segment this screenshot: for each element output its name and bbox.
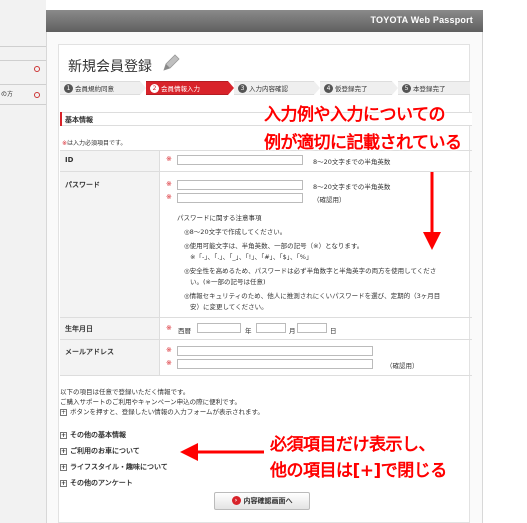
- step-5: 5 本登録完了: [398, 81, 470, 95]
- site-title: TOYOTA Web Passport: [370, 15, 473, 25]
- optional-note: ご購入サポートのご利用やキャンペーン申込の際に便利です。: [60, 398, 242, 406]
- email-confirm-input[interactable]: [177, 359, 373, 369]
- pen-icon: [163, 54, 180, 71]
- step-3: 3 入力内容確認: [234, 81, 320, 95]
- password-note: い。(※一部の記号は任意): [190, 278, 266, 286]
- background-panel: [0, 0, 46, 523]
- plus-icon: +: [60, 448, 67, 455]
- step-2-active: 2 会員情報入力: [146, 81, 234, 95]
- birth-year-input[interactable]: [197, 323, 241, 333]
- password-notes-title: パスワードに関する注意事項: [177, 214, 262, 222]
- required-mark: ※: [166, 346, 172, 354]
- password-note: ◎安全性を高めるため、パスワードは必ず半角数字と半角英字の両方を使用してくださ: [184, 267, 437, 275]
- left-item-label: の方: [1, 91, 14, 98]
- divider: [0, 104, 46, 105]
- month-label: 月: [289, 327, 296, 335]
- chevron-right-icon: ›: [231, 496, 241, 505]
- password-note: ◎情報セキュリティのため、他人に推測されにくいパスワードを選び、定期的（3ヶ月目: [184, 292, 441, 300]
- email-label: メールアドレス: [65, 348, 114, 356]
- password-note: ◎使用可能文字は、半角英数、一部の記号（※）となります。: [184, 242, 364, 250]
- step-indicator: 1 会員規約同意 2 会員情報入力 3 入力内容確認 4 仮登録完了 5 本登録完了: [60, 81, 470, 95]
- email-confirm-hint: （確認用）: [386, 362, 419, 370]
- annotation-text: 他の項目は[+]で閉じる: [270, 461, 447, 481]
- site-header: TOYOTA Web Passport: [46, 10, 483, 32]
- birth-day-input[interactable]: [297, 323, 327, 333]
- id-input[interactable]: [177, 155, 303, 165]
- required-mark: ※: [166, 193, 172, 201]
- optional-note: 以下の項目は任意で登録いただく情報です。: [60, 388, 190, 396]
- arrow-down-icon: [423, 172, 441, 250]
- password-label: パスワード: [65, 181, 100, 189]
- plus-icon: +: [60, 409, 67, 416]
- page-title: 新規会員登録: [68, 58, 152, 74]
- era-label: 西暦: [178, 327, 191, 335]
- year-label: 年: [245, 327, 252, 335]
- field-label-cell: 生年月日: [60, 318, 160, 339]
- password-confirm-input[interactable]: [177, 193, 303, 203]
- email-input[interactable]: [177, 346, 373, 356]
- required-note: ※は入力必須項目です。: [62, 140, 127, 147]
- password-note: ◎8〜20文字で作成してください。: [184, 228, 287, 236]
- password-note: 安）に変更してください。: [190, 303, 268, 311]
- field-label-cell: メールアドレス: [60, 340, 160, 375]
- optional-note: + ボタンを押すと、登録したい情報の入力フォームが表示されます。: [60, 408, 264, 416]
- optional-toggle-basic[interactable]: + その他の基本情報: [60, 430, 126, 440]
- divider: [0, 84, 46, 85]
- confirm-button[interactable]: › 内容確認画面へ: [214, 492, 310, 510]
- field-label-cell: パスワード: [60, 172, 160, 317]
- annotation-text: 入力例や入力についての: [264, 105, 446, 125]
- plus-icon: +: [60, 432, 67, 439]
- password-confirm-hint: （確認用）: [313, 196, 346, 204]
- annotation-text: 例が適切に記載されている: [264, 133, 462, 153]
- annotation-text: 必須項目だけ表示し、: [270, 435, 436, 455]
- birthday-label: 生年月日: [65, 325, 93, 333]
- plus-icon: +: [60, 464, 67, 471]
- password-input[interactable]: [177, 180, 303, 190]
- plus-icon: +: [60, 480, 67, 487]
- optional-toggle-lifestyle[interactable]: + ライフスタイル・趣味について: [60, 462, 168, 472]
- left-item[interactable]: の方: [0, 88, 46, 102]
- section-accent: [60, 112, 62, 126]
- required-mark: ※: [166, 359, 172, 367]
- id-label: ID: [65, 156, 74, 164]
- id-hint: 8〜20文字までの半角英数: [313, 158, 391, 166]
- step-1: 1 会員規約同意: [60, 81, 146, 95]
- optional-toggle-survey[interactable]: + その他のアンケート: [60, 478, 133, 488]
- optional-toggle-car[interactable]: + ご利用のお車について: [60, 446, 140, 456]
- link-icon: [34, 92, 40, 98]
- password-hint: 8〜20文字までの半角英数: [313, 183, 391, 191]
- password-note: ※「-」、「.」、「_」、「!」、「#」、「$」、「%」: [190, 253, 313, 261]
- required-mark: ※: [166, 155, 172, 163]
- left-item[interactable]: [0, 62, 46, 76]
- divider: [0, 46, 46, 47]
- required-mark: ※: [166, 180, 172, 188]
- field-label-cell: ID: [60, 151, 160, 171]
- birth-month-input[interactable]: [256, 323, 286, 333]
- required-mark: ※: [166, 324, 172, 332]
- day-label: 日: [330, 327, 337, 335]
- arrow-left-icon: [180, 443, 264, 461]
- step-4: 4 仮登録完了: [320, 81, 398, 95]
- section-title: 基本情報: [65, 116, 93, 124]
- divider: [0, 60, 46, 61]
- link-icon: [34, 66, 40, 72]
